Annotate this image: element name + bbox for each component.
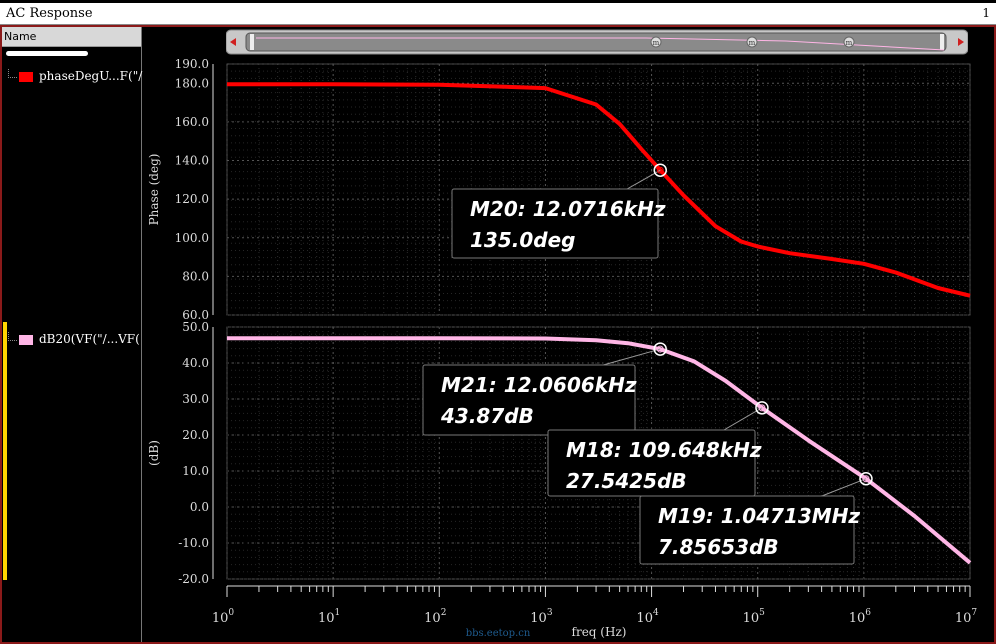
marker-label-line1: M21: 12.0606kHz	[441, 373, 637, 397]
marker-label-line1: M20: 12.0716kHz	[470, 197, 666, 221]
x-tick-label: 103	[530, 608, 553, 626]
db-y-tick-label: 40.0	[182, 356, 209, 370]
x-axis-label: freq (Hz)	[572, 625, 627, 639]
phase-y-tick-label: 180.0	[175, 76, 209, 90]
phase-y-axis-label: Phase (deg)	[147, 154, 161, 226]
marker-label-line2: 43.87dB	[440, 404, 534, 428]
db-y-tick-label: 50.0	[182, 320, 209, 334]
db-y-tick-label: 20.0	[182, 428, 209, 442]
marker-label-line2: 135.0deg	[470, 228, 575, 252]
x-tick-label: 102	[424, 608, 446, 626]
marker-label-line2: 27.5425dB	[566, 469, 687, 493]
x-axis: 100 101 102 103 104 105 106 107	[212, 585, 978, 626]
x-tick-label: 101	[318, 608, 340, 626]
plot-area: 190.0180.0160.0140.0120.0100.080.060.0Ph…	[147, 57, 978, 639]
x-tick-label: 104	[636, 608, 659, 626]
marker-label-line1: M19: 1.04713MHz	[658, 504, 860, 528]
x-tick-label: 105	[743, 608, 766, 626]
phase-y-tick-label: 160.0	[175, 115, 209, 129]
phase-y-tick-label: 190.0	[175, 57, 209, 71]
phase-subplot: 190.0180.0160.0140.0120.0100.080.060.0Ph…	[147, 57, 971, 322]
db-y-tick-label: 0.0	[190, 500, 209, 514]
phase-y-tick-label: 120.0	[175, 192, 209, 206]
watermark: bbs.eetop.cn	[466, 628, 531, 639]
phase-y-tick-label: 100.0	[175, 231, 209, 245]
ac-response-window: AC Response 1 Name phaseDegU...F("/ dB20…	[0, 0, 996, 644]
x-tick-label: 107	[955, 608, 978, 626]
x-tick-label: 100	[212, 608, 235, 626]
db-y-tick-label: -10.0	[178, 536, 209, 550]
db-y-axis-label: (dB)	[147, 440, 161, 466]
db-subplot: 50.0 40.0 30.0 20.0 10.0 0.0 -10.0 -20.0 (dB) M21…	[147, 320, 972, 586]
db-y-tick-label: 10.0	[182, 464, 209, 478]
marker-label-line2: 7.85653dB	[658, 535, 779, 559]
phase-y-tick-label: 140.0	[175, 154, 209, 168]
x-tick-label: 106	[849, 608, 872, 626]
db-y-tick-label: -20.0	[178, 572, 209, 586]
db-y-tick-label: 30.0	[182, 392, 209, 406]
phase-y-tick-label: 80.0	[182, 269, 209, 283]
marker-label-line1: M18: 109.648kHz	[566, 438, 762, 462]
